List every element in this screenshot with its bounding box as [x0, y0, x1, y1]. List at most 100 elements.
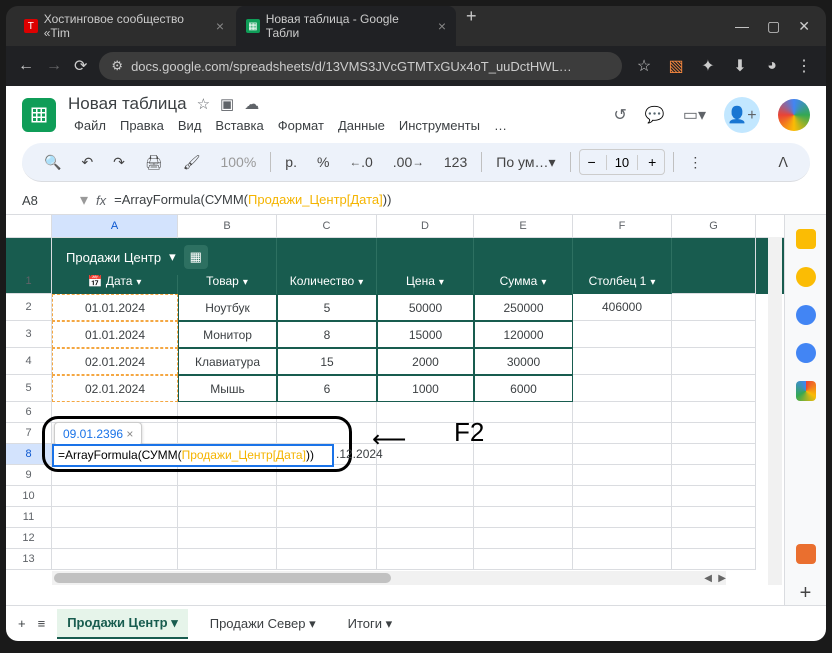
table-cell[interactable]: Мышь — [178, 375, 277, 402]
collapse-toolbar-button[interactable]: ᐱ — [772, 150, 794, 175]
empty-cell[interactable] — [277, 528, 377, 549]
increase-decimal-button[interactable]: .00→ — [387, 150, 430, 174]
table-cell[interactable]: 02.01.2024 — [52, 375, 178, 402]
column-header[interactable]: E — [474, 215, 573, 237]
addon-icon[interactable] — [796, 544, 816, 564]
extension-icon[interactable]: ▧ — [666, 56, 686, 76]
percent-button[interactable]: % — [311, 150, 335, 174]
sheet-tab-1[interactable]: Продажи Север ▾ — [200, 610, 326, 638]
empty-cell[interactable] — [277, 402, 377, 423]
row-header[interactable]: 9 — [6, 465, 52, 486]
empty-cell[interactable] — [672, 465, 756, 486]
empty-cell[interactable] — [573, 423, 672, 444]
contacts-icon[interactable] — [796, 343, 816, 363]
empty-cell[interactable] — [672, 507, 756, 528]
empty-cell[interactable] — [178, 423, 277, 444]
row-header[interactable]: 11 — [6, 507, 52, 528]
table-cell[interactable] — [573, 321, 672, 348]
menu-edit[interactable]: Правка — [114, 116, 170, 135]
empty-cell[interactable] — [52, 402, 178, 423]
decrease-decimal-button[interactable]: ←.0 — [343, 150, 378, 174]
empty-cell[interactable] — [178, 486, 277, 507]
empty-cell[interactable] — [573, 444, 672, 465]
history-icon[interactable]: ↺ — [614, 105, 627, 125]
empty-cell[interactable] — [178, 507, 277, 528]
document-title[interactable]: Новая таблица — [68, 94, 187, 114]
row-header[interactable]: 4 — [6, 348, 52, 375]
comment-icon[interactable]: 💬 — [645, 105, 665, 125]
close-icon[interactable]: × — [438, 18, 446, 34]
empty-cell[interactable] — [573, 465, 672, 486]
cloud-icon[interactable]: ☁ — [244, 95, 259, 113]
empty-cell[interactable] — [474, 549, 573, 570]
extensions-button[interactable]: ✦ — [698, 56, 718, 76]
star-icon[interactable]: ☆ — [197, 95, 210, 113]
empty-cell[interactable] — [377, 528, 474, 549]
browser-tab-0[interactable]: T Хостинговое сообщество «Tim × — [14, 6, 234, 46]
select-all-corner[interactable] — [6, 215, 52, 237]
empty-cell[interactable] — [474, 423, 573, 444]
table-cell[interactable] — [573, 348, 672, 375]
empty-cell[interactable] — [474, 444, 573, 465]
table-header-cell[interactable]: Сумма ▾ — [474, 238, 573, 294]
empty-cell[interactable] — [377, 507, 474, 528]
empty-cell[interactable] — [178, 465, 277, 486]
horizontal-scrollbar[interactable]: ◀ ▶ — [52, 571, 726, 585]
sheet-tab-0[interactable]: Продажи Центр ▾ — [57, 609, 188, 639]
empty-cell[interactable] — [672, 528, 756, 549]
close-icon[interactable]: ✕ — [798, 18, 810, 35]
menu-format[interactable]: Формат — [272, 116, 330, 135]
url-input[interactable]: ⚙ docs.google.com/spreadsheets/d/13VMS3J… — [99, 52, 622, 80]
column-header[interactable]: A — [52, 215, 178, 237]
font-size-value[interactable]: 10 — [606, 155, 638, 170]
column-header[interactable]: B — [178, 215, 277, 237]
empty-cell[interactable] — [377, 465, 474, 486]
formula-input[interactable]: =ArrayFormula(СУММ(Продажи_Центр[Дата])) — [114, 192, 391, 208]
currency-button[interactable]: р. — [279, 150, 303, 174]
table-cell[interactable]: Ноутбук — [178, 294, 277, 321]
table-cell[interactable]: 6000 — [474, 375, 573, 402]
close-icon[interactable]: × — [216, 18, 224, 34]
menu-file[interactable]: Файл — [68, 116, 112, 135]
all-sheets-button[interactable]: ≡ — [38, 616, 46, 631]
table-cell[interactable]: 30000 — [474, 348, 573, 375]
row-header[interactable]: 6 — [6, 402, 52, 423]
row-header[interactable]: 8 — [6, 444, 52, 465]
maximize-icon[interactable]: ▢ — [767, 18, 780, 35]
empty-cell[interactable] — [178, 528, 277, 549]
autocomplete-suggestion[interactable]: 09.01.2396 × — [54, 422, 142, 446]
empty-cell[interactable] — [672, 444, 756, 465]
empty-cell[interactable] — [277, 465, 377, 486]
calendar-icon[interactable] — [796, 229, 816, 249]
table-header-cell[interactable]: Цена ▾ — [377, 238, 474, 294]
empty-cell[interactable] — [52, 465, 178, 486]
table-cell[interactable]: Клавиатура — [178, 348, 277, 375]
sheet-tab-2[interactable]: Итоги ▾ — [338, 610, 403, 638]
empty-cell[interactable] — [52, 507, 178, 528]
browser-tab-1[interactable]: ▦ Новая таблица - Google Табли × — [236, 6, 456, 46]
table-cell[interactable] — [573, 375, 672, 402]
redo-button[interactable]: ↷ — [107, 150, 131, 175]
cell-editor[interactable]: =ArrayFormula(СУММ(Продажи_Центр[Дата])) — [52, 444, 334, 467]
table-header-cell[interactable]: Столбец 1 ▾ — [573, 238, 672, 294]
menu-insert[interactable]: Вставка — [209, 116, 269, 135]
menu-tools[interactable]: Инструменты — [393, 116, 486, 135]
empty-cell[interactable] — [52, 528, 178, 549]
row-header[interactable]: 12 — [6, 528, 52, 549]
zoom-select[interactable]: 100% — [214, 150, 262, 174]
empty-cell[interactable] — [672, 549, 756, 570]
more-tools-button[interactable]: ⋮ — [682, 150, 708, 175]
table-cell[interactable]: 406000 — [573, 294, 672, 321]
empty-cell[interactable] — [474, 402, 573, 423]
move-icon[interactable]: ▣ — [220, 95, 234, 113]
sheets-logo-icon[interactable] — [22, 98, 56, 132]
table-cell[interactable]: 15000 — [377, 321, 474, 348]
empty-cell[interactable] — [377, 486, 474, 507]
font-select[interactable]: По ум… ▾ — [490, 150, 561, 175]
empty-cell[interactable] — [474, 486, 573, 507]
empty-cell[interactable] — [277, 549, 377, 570]
menu-icon[interactable]: ⋮ — [794, 56, 814, 76]
menu-data[interactable]: Данные — [332, 116, 391, 135]
new-tab-button[interactable]: + — [458, 6, 485, 46]
forward-button[interactable]: → — [46, 57, 62, 75]
